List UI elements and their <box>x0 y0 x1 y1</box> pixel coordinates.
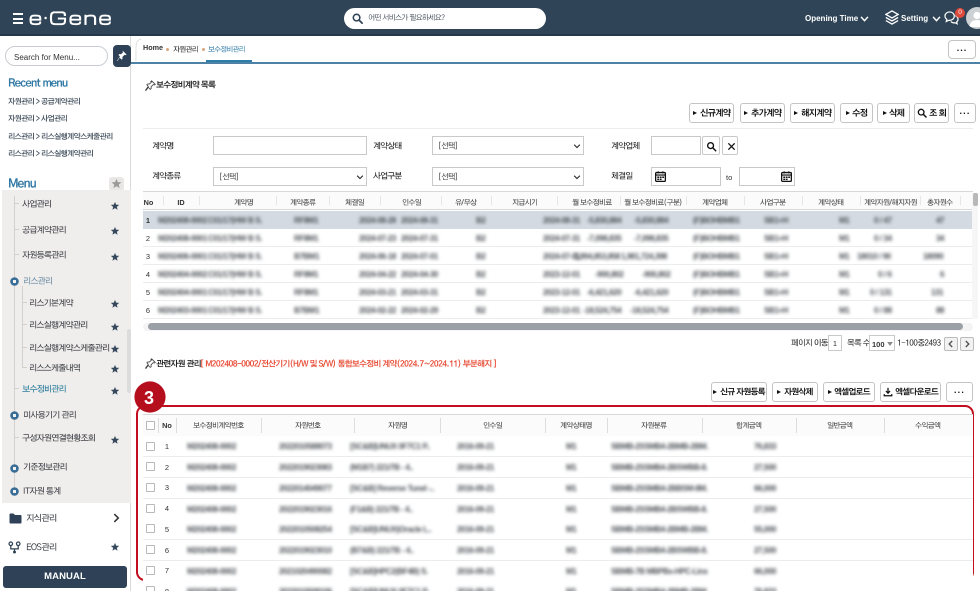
svg-text:3: 3 <box>144 388 154 408</box>
